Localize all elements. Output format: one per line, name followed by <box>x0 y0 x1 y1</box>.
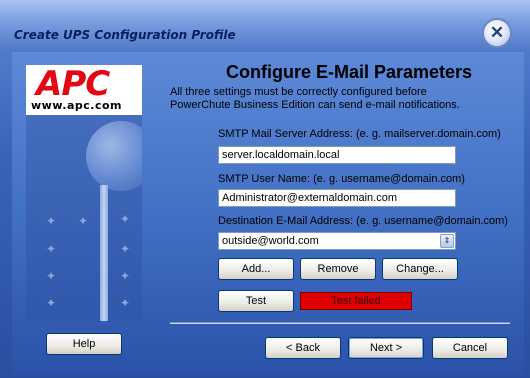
logo-url: www.apc.com <box>31 99 122 112</box>
smtp-server-label: SMTP Mail Server Address: (e. g. mailser… <box>218 128 501 140</box>
close-button[interactable]: ✕ <box>482 18 512 48</box>
smtp-server-input[interactable]: server.localdomain.local <box>218 146 456 164</box>
decorative-glyph-icon: ✦ <box>120 269 131 283</box>
close-icon: ✕ <box>489 23 505 42</box>
apc-logo: APC www.apc.com <box>26 65 142 115</box>
title-bar[interactable]: Create UPS Configuration Profile ✕ <box>0 0 530 52</box>
decorative-glyph-icon: ✦ <box>120 212 131 226</box>
smtp-user-label: SMTP User Name: (e. g. username@domain.c… <box>218 173 465 185</box>
add-button[interactable]: Add... <box>218 258 294 280</box>
back-button[interactable]: < Back <box>265 337 341 359</box>
destination-email-select[interactable]: outside@world.com ⇕ <box>218 232 456 250</box>
decorative-glyph-icon: ✦ <box>78 214 89 228</box>
logo-brand: APC <box>36 65 110 104</box>
page-title: Configure E-Mail Parameters <box>226 62 473 82</box>
decorative-glyph-icon: ✦ <box>46 242 57 256</box>
remove-button[interactable]: Remove <box>300 258 376 280</box>
test-status-badge: Test failed <box>300 292 412 310</box>
destination-email-value: outside@world.com <box>222 235 319 247</box>
smtp-user-input[interactable]: Administrator@externaldomain.com <box>218 189 456 207</box>
destination-email-label: Destination E-Mail Address: (e. g. usern… <box>218 215 508 227</box>
decorative-glyph-icon: ✦ <box>120 296 131 310</box>
window-title: Create UPS Configuration Profile <box>14 28 236 42</box>
decorative-pillar <box>100 185 108 321</box>
test-button[interactable]: Test <box>218 290 294 312</box>
chevron-updown-icon[interactable]: ⇕ <box>440 234 454 248</box>
decorative-glyph-icon: ✦ <box>46 269 57 283</box>
page-description: All three settings must be correctly con… <box>170 86 460 111</box>
change-button[interactable]: Change... <box>382 258 458 280</box>
decorative-glyph-icon: ✦ <box>46 296 57 310</box>
decorative-orb <box>86 121 142 191</box>
divider <box>170 322 510 324</box>
cancel-button[interactable]: Cancel <box>432 337 508 359</box>
help-button[interactable]: Help <box>46 333 122 355</box>
decorative-glyph-icon: ✦ <box>46 214 57 228</box>
decorative-glyph-icon: ✦ <box>120 242 131 256</box>
apc-side-panel: APC www.apc.com ✦ ✦ ✦ ✦ ✦ ✦ ✦ ✦ ✦ <box>26 65 142 321</box>
next-button[interactable]: Next > <box>348 337 424 359</box>
dialog-window: Create UPS Configuration Profile ✕ APC w… <box>0 0 530 378</box>
